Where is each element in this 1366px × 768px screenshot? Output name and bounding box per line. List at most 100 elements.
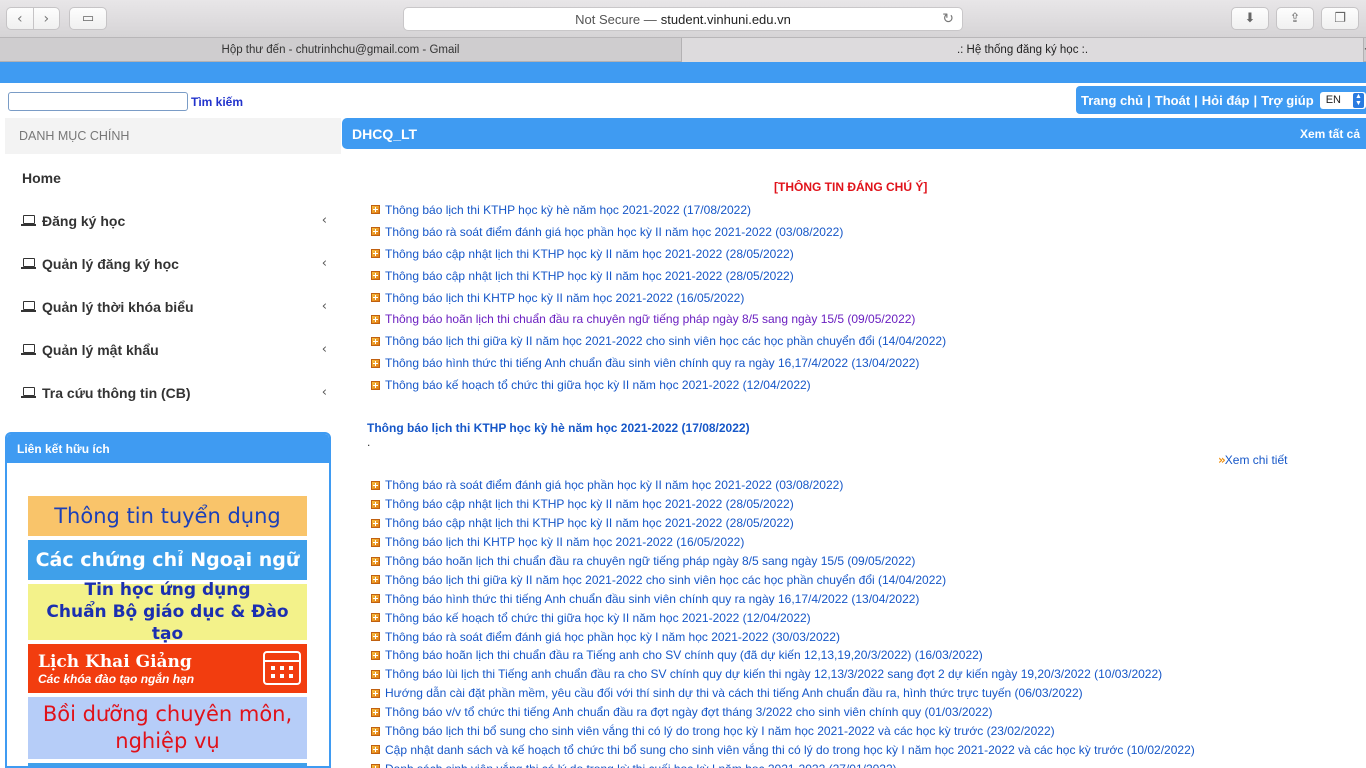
sidebar-item-registration[interactable]: Đăng ký học ‹ [5,199,341,242]
bullet-icon [371,632,380,642]
notice-link[interactable]: Thông báo hoãn lịch thi chuẩn đầu ra Tiế… [371,646,1195,665]
bullet-icon [371,650,380,660]
tabs-overview-icon[interactable]: ❐ [1321,7,1359,30]
search-button[interactable]: Tìm kiếm [191,95,243,109]
banner-text: Các khóa đào tạo ngắn hạn [38,671,195,686]
nav-logout-link[interactable]: Thoát [1155,93,1190,108]
banner-course-schedule[interactable]: Lịch Khai Giảng Các khóa đào tạo ngắn hạ… [28,644,307,693]
notice-link[interactable]: Thông báo rà soát điểm đánh giá học phần… [371,476,1195,495]
notice-text: Danh sách sinh viên vắng thi có lý do tr… [385,762,897,768]
notice-link[interactable]: Thông báo cập nhật lịch thi KTHP học kỳ … [371,514,1195,533]
notice-link[interactable]: Thông báo lùi lịch thi Tiếng anh chuẩn đ… [371,665,1195,684]
sidebar-item-password[interactable]: Quản lý mật khẩu ‹ [5,328,341,371]
bullet-icon [371,249,380,259]
history-nav: ‹ › [6,7,60,30]
bullet-icon [371,575,380,585]
notice-link[interactable]: Thông báo rà soát điểm đánh giá học phần… [371,627,1195,646]
select-arrows-icon: ▲ ▼ [1353,92,1364,108]
view-all-link[interactable]: Xem tất cả [1300,127,1360,141]
bullet-icon [371,271,380,281]
bullet-icon [371,707,380,717]
back-icon[interactable]: ‹ [7,8,34,29]
banner-text: Chuẩn Bộ giáo dục & Đào tạo [46,602,289,644]
notice-link[interactable]: Thông báo kế hoạch tổ chức thi giữa học … [371,608,1195,627]
notice-link[interactable]: Thông báo lịch thi giữa kỳ II năm học 20… [371,570,1195,589]
tab-gmail[interactable]: Hộp thư đến - chutrinhchu@gmail.com - Gm… [0,38,682,62]
notice-link[interactable]: Thông báo hình thức thi tiếng Anh chuẩn … [371,589,1195,608]
notice-link[interactable]: Thông báo lịch thi KHTP học kỳ II năm họ… [371,533,1195,552]
featured-notice-title[interactable]: Thông báo lịch thi KTHP học kỳ hè năm họ… [367,421,750,435]
address-bar[interactable]: Not Secure — student.vinhuni.edu.vn ↻ [403,7,963,31]
nav-faq-link[interactable]: Hỏi đáp [1202,93,1250,108]
notice-text: Thông báo cập nhật lịch thi KTHP học kỳ … [385,497,794,512]
bullet-icon [371,499,380,509]
notice-text: Thông báo hoãn lịch thi chuẩn đầu ra chu… [385,312,916,327]
header-band [0,62,1366,83]
notice-link[interactable]: Thông báo hoãn lịch thi chuẩn đầu ra chu… [371,552,1195,571]
download-icon[interactable]: ⬇ [1231,7,1269,30]
notice-link[interactable]: Thông báo cập nhật lịch thi KTHP học kỳ … [371,495,1195,514]
share-icon[interactable]: ⇪ [1276,7,1314,30]
view-detail-label: Xem chi tiết [1224,453,1288,467]
notice-link[interactable]: Thông báo lịch thi bổ sung cho sinh viên… [371,722,1195,741]
bullet-icon [371,518,380,528]
browser-toolbar: ‹ › ▭ Not Secure — student.vinhuni.edu.v… [0,0,1366,38]
language-value: EN [1325,94,1341,106]
notice-link[interactable]: Thông báo cập nhật lịch thi KTHP học kỳ … [371,265,946,287]
banner-text: Lịch Khai Giảng [38,651,192,672]
useful-links-panel: Liên kết hữu ích Thông tin tuyển dụng Cá… [5,432,331,768]
bullet-icon [371,336,380,346]
notice-link[interactable]: Thông báo hoãn lịch thi chuẩn đầu ra chu… [371,308,946,330]
sidebar-item-label: Quản lý đăng ký học [42,255,179,272]
banner-partial[interactable] [28,763,307,766]
bullet-icon [371,613,380,623]
useful-links-heading: Liên kết hữu ích [7,434,329,463]
view-detail-link[interactable]: » Xem chi tiết [1218,453,1287,467]
banner-language-certificates[interactable]: Các chứng chỉ Ngoại ngữ [28,540,307,580]
chevron-left-icon: ‹ [321,213,327,228]
nav-home-link[interactable]: Trang chủ [1081,93,1143,108]
banner-text: Bồi dưỡng chuyên môn, [42,702,293,726]
notice-link[interactable]: Hướng dẫn cài đặt phần mềm, yêu cầu đối … [371,684,1195,703]
notice-link[interactable]: Thông báo lịch thi KHTP học kỳ II năm họ… [371,287,946,309]
sidebar-item-home[interactable]: Home [5,156,341,199]
forward-icon[interactable]: › [34,8,60,29]
notice-text: Thông báo cập nhật lịch thi KTHP học kỳ … [385,246,794,261]
notice-link[interactable]: Thông báo lịch thi KTHP học kỳ hè năm họ… [371,199,946,221]
sidebar-item-lookup[interactable]: Tra cứu thông tin (CB) ‹ [5,371,341,414]
notice-link[interactable]: Thông báo lịch thi giữa kỳ II năm học 20… [371,330,946,352]
search-input[interactable] [8,92,188,111]
notice-link[interactable]: Thông báo v/v tổ chức thi tiếng Anh chuẩ… [371,703,1195,722]
notice-text: Thông báo rà soát điểm đánh giá học phần… [385,629,840,644]
notice-text: Thông báo lịch thi KHTP học kỳ II năm họ… [385,535,745,550]
banner-professional-training[interactable]: Bồi dưỡng chuyên môn, nghiệp vụ [28,697,307,759]
sidebar-item-timetable[interactable]: Quản lý thời khóa biểu ‹ [5,285,341,328]
featured-notice-list: Thông báo lịch thi KTHP học kỳ hè năm họ… [371,199,946,396]
nav-separator: | [1253,92,1258,108]
notice-link[interactable]: Thông báo rà soát điểm đánh giá học phần… [371,221,946,243]
banner-recruitment[interactable]: Thông tin tuyển dụng [28,496,307,536]
notice-link[interactable]: Thông báo kế hoạch tổ chức thi giữa học … [371,374,946,396]
banner-applied-it[interactable]: Tin học ứng dụng Chuẩn Bộ giáo dục & Đào… [28,580,307,644]
sidebar-toggle-icon[interactable]: ▭ [69,7,107,30]
bullet-icon [371,556,380,566]
bullet-icon [371,205,380,215]
language-select[interactable]: EN ▲ ▼ [1319,91,1366,109]
notice-link[interactable]: Cập nhật danh sách và kế hoạch tổ chức t… [371,740,1195,759]
main-heading-bar: DHCQ_LT Xem tất cả [342,118,1366,149]
notice-text: Thông báo hình thức thi tiếng Anh chuẩn … [385,356,920,371]
tab-registration[interactable]: .: Hệ thống đăng ký học :. [682,38,1364,62]
sidebar-item-manage-registration[interactable]: Quản lý đăng ký học ‹ [5,242,341,285]
address-host: student.vinhuni.edu.vn [660,11,791,27]
notice-link[interactable]: Thông báo hình thức thi tiếng Anh chuẩn … [371,352,946,374]
bullet-icon [371,669,380,679]
double-chevron-icon: » [1218,453,1226,467]
notice-link[interactable]: Thông báo cập nhật lịch thi KTHP học kỳ … [371,243,946,265]
tab-bar: Hộp thư đến - chutrinhchu@gmail.com - Gm… [0,38,1366,62]
sidebar-item-label: Đăng ký học [42,212,126,229]
notice-link[interactable]: Danh sách sinh viên vắng thi có lý do tr… [371,759,1195,768]
reload-icon[interactable]: ↻ [942,11,954,27]
sidebar-item-label: Home [22,169,61,186]
bullet-icon [371,537,380,547]
nav-help-link[interactable]: Trợ giúp [1261,93,1314,108]
